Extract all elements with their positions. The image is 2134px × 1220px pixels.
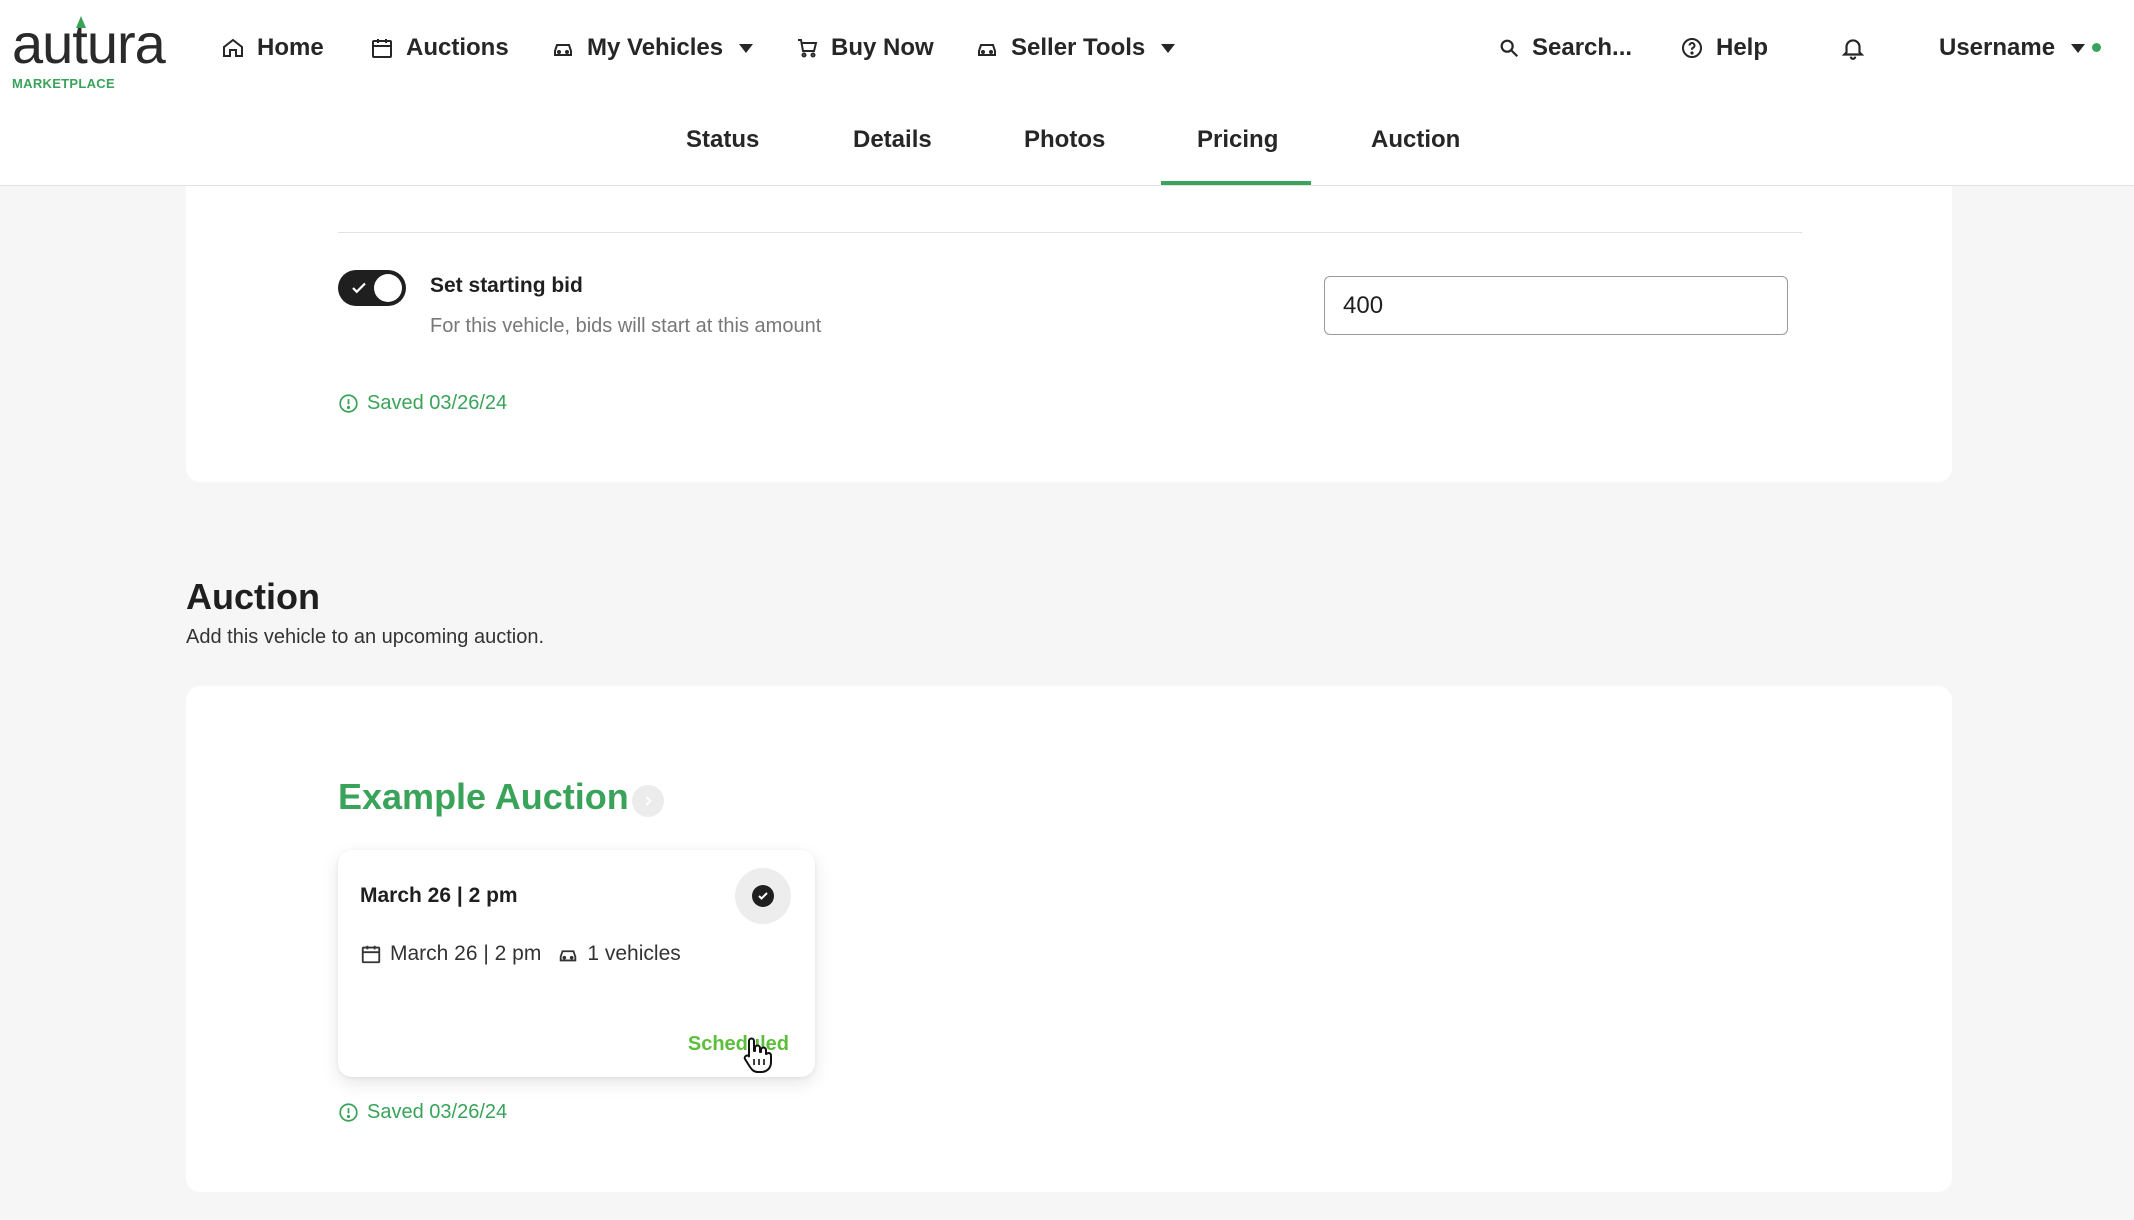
starting-bid-toggle[interactable] [338, 270, 406, 306]
tab-photos[interactable]: Photos [1024, 126, 1105, 154]
starting-bid-label: Set starting bid [430, 274, 583, 297]
chevron-down-icon [2071, 43, 2086, 53]
slot-title: March 26 | 2 pm [360, 884, 518, 907]
nav-seller-tools[interactable]: Seller Tools [975, 28, 1176, 68]
selected-check-indicator [752, 885, 774, 907]
notifications-button[interactable] [1840, 28, 1866, 68]
nav-my-vehicles-label: My Vehicles [587, 34, 724, 61]
tab-pricing[interactable]: Pricing [1197, 126, 1278, 154]
auction-section-subtitle: Add this vehicle to an upcoming auction. [186, 626, 544, 648]
autura-logo[interactable]: autura MARKETPLACE [12, 12, 172, 92]
top-navbar: autura MARKETPLACE Home Auctions My Vehi… [0, 0, 2134, 96]
help-icon [1682, 38, 1702, 58]
pricing-saved-status: Saved 03/26/24 [338, 392, 507, 415]
info-icon [339, 1103, 358, 1122]
slot-select-button[interactable] [735, 868, 791, 924]
tab-auction[interactable]: Auction [1371, 126, 1460, 154]
nav-home-label: Home [257, 34, 324, 61]
starting-bid-input[interactable] [1324, 276, 1788, 335]
pricing-saved-text: Saved 03/26/24 [367, 392, 508, 414]
logo-wordmark: autura [12, 12, 166, 75]
auction-saved-text: Saved 03/26/24 [367, 1101, 508, 1123]
slot-vehicle-count: 1 vehicles [587, 942, 681, 965]
nav-seller-tools-label: Seller Tools [1011, 34, 1146, 61]
auction-saved-status: Saved 03/26/24 [338, 1101, 507, 1124]
car-icon [560, 950, 577, 962]
tab-details[interactable]: Details [853, 126, 932, 154]
cart-icon [798, 39, 818, 58]
nav-buy-now-label: Buy Now [831, 34, 934, 61]
check-icon [758, 892, 768, 900]
car-icon [554, 44, 572, 56]
nav-buy-now[interactable]: Buy Now [795, 28, 934, 68]
slot-status-badge: Scheduled [687, 1033, 789, 1055]
home-icon [223, 38, 243, 57]
divider [338, 232, 1802, 233]
help-label: Help [1716, 34, 1769, 61]
hand-cursor-icon [743, 1037, 772, 1073]
slot-date: March 26 | 2 pm [390, 942, 542, 965]
slot-meta: March 26 | 2 pm 1 vehicles [360, 942, 681, 966]
bell-icon [1841, 39, 1865, 60]
online-status-dot [2092, 43, 2101, 52]
chevron-right-icon [645, 796, 652, 806]
help-button[interactable]: Help [1680, 28, 1768, 68]
auction-section-title: Auction [186, 576, 320, 617]
tab-status[interactable]: Status [686, 126, 759, 154]
search-icon [1500, 39, 1519, 58]
toggle-knob [374, 274, 402, 302]
calendar-icon [372, 39, 392, 58]
auction-name-link[interactable]: Example Auction [338, 776, 629, 818]
search-label: Search... [1532, 34, 1633, 61]
check-icon [352, 282, 366, 294]
logo-accent-mark [76, 16, 86, 28]
username-label: Username [1939, 34, 2056, 61]
active-tab-indicator [1161, 181, 1311, 185]
info-icon [339, 394, 358, 413]
nav-auctions[interactable]: Auctions [370, 28, 509, 68]
chevron-down-icon [1161, 43, 1176, 53]
nav-auctions-label: Auctions [406, 34, 509, 61]
nav-my-vehicles[interactable]: My Vehicles [551, 28, 754, 68]
car-icon [978, 44, 996, 56]
logo-tagline: MARKETPLACE [12, 76, 115, 91]
starting-bid-description: For this vehicle, bids will start at thi… [430, 315, 822, 337]
search-button[interactable]: Search... [1498, 28, 1632, 68]
chevron-down-icon [739, 43, 754, 53]
nav-home[interactable]: Home [221, 28, 324, 68]
listing-tabs: Status Details Photos Pricing Auction [0, 96, 2134, 186]
auction-open-button[interactable] [632, 785, 664, 817]
user-menu[interactable]: Username [1939, 28, 2086, 68]
calendar-icon [361, 945, 381, 964]
